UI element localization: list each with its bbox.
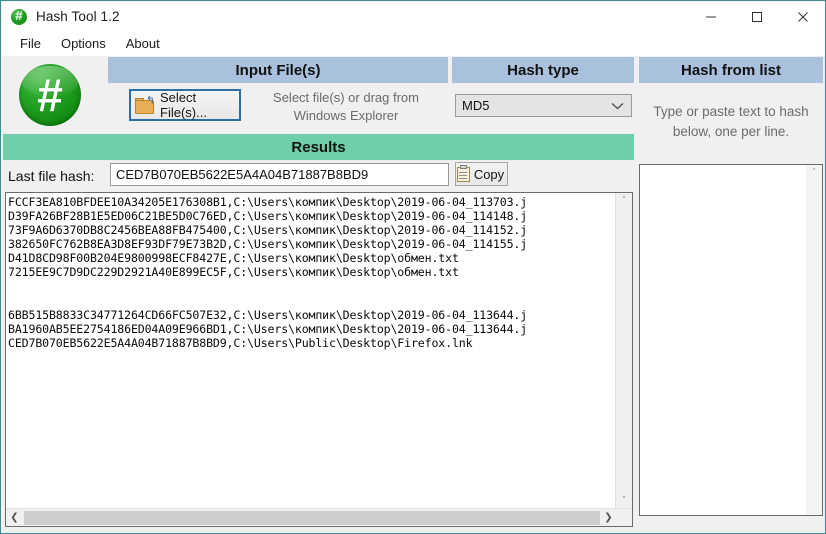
menu-item-options[interactable]: Options: [51, 33, 116, 54]
copy-button[interactable]: Copy: [455, 162, 508, 186]
chevron-up-icon[interactable]: ˄: [806, 165, 822, 181]
chevron-down-icon: [611, 98, 624, 113]
menu-item-about[interactable]: About: [116, 33, 170, 54]
drag-drop-hint: Select file(s) or drag from Windows Expl…: [273, 90, 419, 123]
chevron-down-icon[interactable]: ˅: [616, 493, 632, 509]
results-header: Results: [3, 134, 634, 160]
last-file-hash-label: Last file hash:: [8, 168, 95, 184]
chevron-up-icon[interactable]: ˄: [616, 193, 632, 209]
chevron-right-icon[interactable]: ❯: [600, 509, 617, 526]
window-controls: [688, 2, 825, 31]
hash-from-list-hint: Type or paste text to hash below, one pe…: [653, 104, 809, 139]
app-logo-icon: #: [19, 64, 81, 126]
results-log[interactable]: FCCF3EA810BFDEE10A34205E176308B1,C:\User…: [5, 192, 633, 527]
horizontal-scroll-thumb[interactable]: [24, 510, 600, 525]
hash-type-header: Hash type: [452, 57, 634, 83]
minimize-button[interactable]: [688, 2, 734, 31]
window-title: Hash Tool 1.2: [36, 9, 120, 24]
logo-hash-glyph: #: [37, 69, 63, 121]
copy-button-label: Copy: [473, 166, 505, 182]
main-content: # Input File(s) Hash type Hash from list…: [2, 56, 825, 533]
input-files-header: Input File(s): [108, 57, 448, 83]
maximize-button[interactable]: [734, 2, 780, 31]
last-file-hash-field[interactable]: CED7B070EB5622E5A4A04B71887B8BD9: [110, 163, 449, 186]
menu-item-file[interactable]: File: [10, 33, 51, 54]
menu-bar: File Options About: [2, 31, 825, 56]
select-files-label: Select File(s)...: [160, 90, 207, 120]
select-files-button[interactable]: ↰ Select File(s)...: [129, 89, 241, 121]
hash-tool-window: Hash Tool 1.2 File Options About # Input…: [0, 0, 826, 534]
hash-type-value: MD5: [462, 98, 490, 113]
results-log-vertical-scrollbar[interactable]: ˄ ˅: [615, 193, 632, 509]
clipboard-icon: [456, 165, 470, 182]
title-bar: Hash Tool 1.2: [2, 2, 825, 31]
hash-type-select[interactable]: MD5: [455, 94, 632, 117]
results-log-horizontal-scrollbar[interactable]: ❮ ❯: [6, 508, 632, 526]
open-folder-icon: ↰: [135, 95, 155, 114]
close-button[interactable]: [780, 2, 825, 31]
hash-logo-icon: [11, 7, 27, 25]
hash-list-vertical-scrollbar[interactable]: ˄: [806, 165, 822, 515]
hash-list-textarea[interactable]: ˄: [639, 164, 823, 516]
results-log-text: FCCF3EA810BFDEE10A34205E176308B1,C:\User…: [8, 195, 528, 350]
hash-from-list-header: Hash from list: [639, 57, 823, 83]
chevron-left-icon[interactable]: ❮: [6, 509, 23, 526]
